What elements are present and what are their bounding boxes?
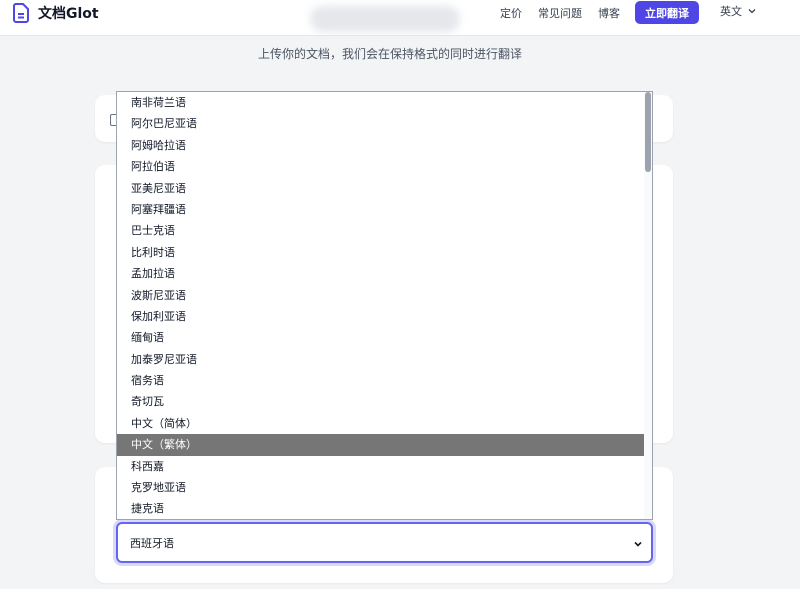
option-czech[interactable]: 捷克语 <box>117 498 646 519</box>
target-language-value: 西班牙语 <box>130 536 174 550</box>
option-belgian[interactable]: 比利时语 <box>117 242 646 263</box>
scrollbar-thumb[interactable] <box>645 92 651 172</box>
chevron-down-icon <box>634 541 642 547</box>
option-chichewa[interactable]: 奇切瓦 <box>117 391 646 412</box>
option-croatian[interactable]: 克罗地亚语 <box>117 477 646 498</box>
option-albanian[interactable]: 阿尔巴尼亚语 <box>117 113 646 134</box>
language-switcher[interactable]: 英文 <box>720 3 757 19</box>
language-label: 英文 <box>720 5 742 18</box>
option-bosnian[interactable]: 波斯尼亚语 <box>117 285 646 306</box>
option-arabic[interactable]: 阿拉伯语 <box>117 156 646 177</box>
option-bulgarian[interactable]: 保加利亚语 <box>117 306 646 327</box>
option-cebuano[interactable]: 宿务语 <box>117 370 646 391</box>
option-catalan[interactable]: 加泰罗尼亚语 <box>117 349 646 370</box>
option-chinese-simplified[interactable]: 中文（简体） <box>117 413 646 434</box>
language-dropdown-list[interactable]: 南非荷兰语 阿尔巴尼亚语 阿姆哈拉语 阿拉伯语 亚美尼亚语 阿塞拜疆语 巴士克语… <box>116 91 653 520</box>
option-chinese-traditional[interactable]: 中文（繁体） <box>117 434 646 456</box>
option-amharic[interactable]: 阿姆哈拉语 <box>117 135 646 156</box>
brand-name: 文档Glot <box>38 6 99 22</box>
option-corsican[interactable]: 科西嘉 <box>117 456 646 477</box>
target-language-select[interactable]: 西班牙语 <box>116 522 653 563</box>
nav-faq[interactable]: 常见问题 <box>538 5 582 21</box>
option-basque[interactable]: 巴士克语 <box>117 220 646 241</box>
option-burmese[interactable]: 缅甸语 <box>117 327 646 348</box>
brand[interactable]: 文档Glot <box>12 3 99 23</box>
translate-now-button[interactable]: 立即翻译 <box>635 1 699 24</box>
nav-pricing[interactable]: 定价 <box>500 5 522 21</box>
page-subtitle: 上传你的文档，我们会在保持格式的同时进行翻译 <box>257 47 522 61</box>
chevron-down-icon <box>748 9 756 14</box>
option-azerbaijani[interactable]: 阿塞拜疆语 <box>117 199 646 220</box>
blurred-region <box>310 6 460 32</box>
top-header: 文档Glot 定价 常见问题 博客 立即翻译 英文 <box>0 0 800 36</box>
option-bengali[interactable]: 孟加拉语 <box>117 263 646 284</box>
nav-blog[interactable]: 博客 <box>598 5 620 21</box>
option-afrikaans[interactable]: 南非荷兰语 <box>117 92 646 113</box>
option-armenian[interactable]: 亚美尼亚语 <box>117 178 646 199</box>
document-icon <box>13 3 29 23</box>
dropdown-scrollbar[interactable] <box>644 92 652 519</box>
main-nav: 定价 常见问题 博客 <box>500 0 620 26</box>
